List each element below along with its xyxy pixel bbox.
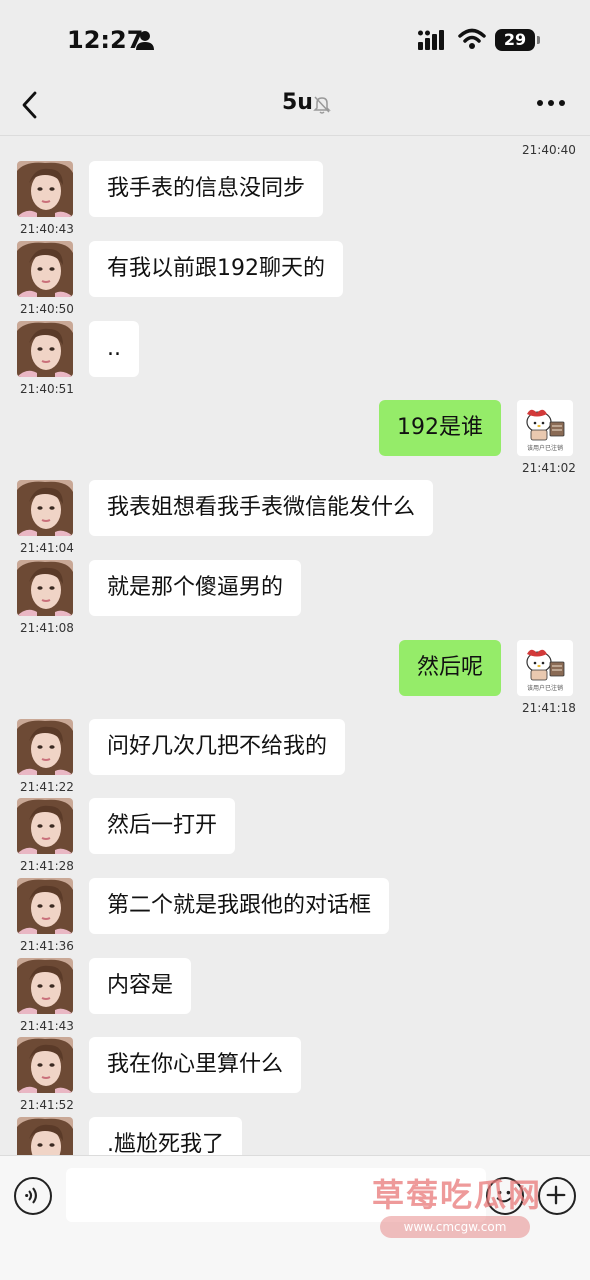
- message-timestamp: 21:41:43: [20, 1019, 74, 1033]
- message-timestamp: 21:41:52: [20, 1098, 74, 1112]
- message-timestamp: 21:40:50: [20, 302, 74, 316]
- contact-avatar[interactable]: [17, 719, 73, 775]
- message-timestamp: 21:41:04: [20, 541, 74, 555]
- message-timestamp: 21:41:28: [20, 859, 74, 873]
- contact-avatar[interactable]: [17, 958, 73, 1014]
- incoming-message-bubble[interactable]: ..: [89, 321, 139, 377]
- contact-avatar[interactable]: [17, 798, 73, 854]
- outgoing-message-bubble[interactable]: 192是谁: [379, 400, 501, 456]
- incoming-message-bubble[interactable]: 就是那个傻逼男的: [89, 560, 302, 616]
- contact-avatar[interactable]: [17, 321, 73, 377]
- incoming-message-bubble[interactable]: 我在你心里算什么: [89, 1037, 302, 1093]
- self-avatar[interactable]: 该用户已注销: [517, 400, 573, 456]
- contact-avatar[interactable]: [17, 480, 73, 536]
- message-timestamp: 21:40:43: [20, 222, 74, 236]
- voice-icon: [25, 1187, 37, 1204]
- message-timestamp: 21:40:40: [522, 143, 576, 157]
- battery-tip: [537, 36, 540, 44]
- watermark-url: www.cmcgw.com: [380, 1216, 530, 1238]
- contact-avatar[interactable]: [17, 1037, 73, 1093]
- contact-avatar[interactable]: [17, 161, 73, 217]
- chat-title: 5u: [282, 90, 313, 115]
- watermark-text: 草莓吃瓜网: [372, 1176, 543, 1214]
- incoming-message-bubble[interactable]: 问好几次几把不给我的: [89, 719, 346, 775]
- person-icon: [136, 31, 154, 50]
- wifi-icon: [458, 28, 486, 49]
- plus-icon: [546, 1185, 566, 1205]
- back-arrow-icon[interactable]: [18, 90, 42, 120]
- more-dots-icon[interactable]: [536, 98, 566, 108]
- status-bar: 12:27 29: [0, 0, 590, 80]
- message-timestamp: 21:41:18: [522, 701, 576, 715]
- message-timestamp: 21:41:36: [20, 939, 74, 953]
- incoming-message-bubble[interactable]: 我表姐想看我手表微信能发什么: [89, 480, 434, 536]
- message-timestamp: 21:41:02: [522, 461, 576, 475]
- incoming-message-bubble[interactable]: 内容是: [89, 958, 192, 1014]
- contact-avatar[interactable]: [17, 241, 73, 297]
- contact-avatar[interactable]: [17, 1117, 73, 1155]
- battery-indicator: 29: [495, 29, 535, 51]
- message-timestamp: 21:40:51: [20, 382, 74, 396]
- incoming-message-bubble[interactable]: 我手表的信息没同步: [89, 161, 324, 217]
- contact-avatar[interactable]: [17, 560, 73, 616]
- incoming-message-bubble[interactable]: 有我以前跟192聊天的: [89, 241, 343, 297]
- outgoing-message-bubble[interactable]: 然后呢: [398, 640, 501, 696]
- message-list[interactable]: 21:40:40 我手表的信息没同步 21:40:43 有我以前跟192聊天的 21:…: [0, 137, 590, 1155]
- plus-button[interactable]: [538, 1177, 576, 1215]
- chat-header: 5u: [0, 80, 590, 136]
- incoming-message-bubble[interactable]: 第二个就是我跟他的对话框: [89, 878, 390, 934]
- contact-avatar[interactable]: [17, 878, 73, 934]
- voice-button[interactable]: [14, 1177, 52, 1215]
- self-avatar[interactable]: 该用户已注销: [517, 640, 573, 696]
- message-timestamp: 21:41:22: [20, 780, 74, 794]
- incoming-message-bubble[interactable]: 然后一打开: [89, 798, 236, 854]
- incoming-message-bubble[interactable]: .尴尬死我了: [89, 1117, 242, 1155]
- message-timestamp: 21:41:08: [20, 621, 74, 635]
- status-time: 12:27: [67, 26, 144, 54]
- self-avatar-caption: 该用户已注销: [526, 685, 563, 692]
- signal-icon: [418, 30, 444, 50]
- self-avatar-caption: 该用户已注销: [526, 445, 563, 452]
- mute-bell-icon: [313, 96, 331, 114]
